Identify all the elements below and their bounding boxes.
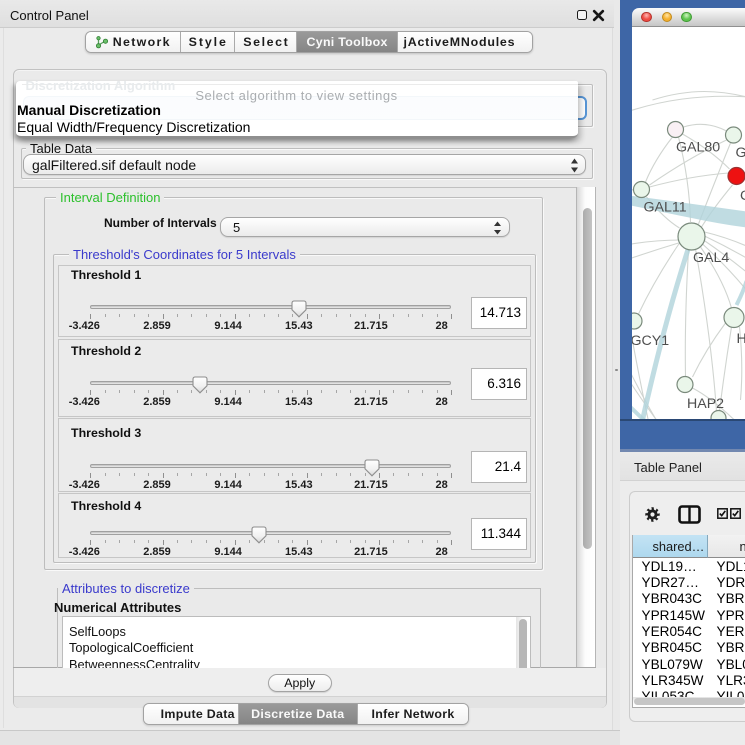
svg-text:CY: CY [740,188,745,204]
svg-text:HAP2: HAP2 [687,396,724,412]
svg-text:GAL80: GAL80 [676,140,720,156]
svg-text:GAL4: GAL4 [693,250,729,266]
svg-text:GA: GA [735,145,745,161]
svg-text:GCY1: GCY1 [632,333,669,349]
svg-text:GAL11: GAL11 [643,200,686,216]
svg-text:H: H [736,331,745,347]
